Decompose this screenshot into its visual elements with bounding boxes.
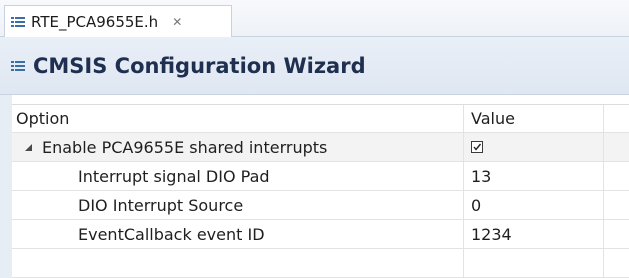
column-header-filler (604, 105, 629, 132)
table-row-empty (12, 249, 629, 278)
column-header-value[interactable]: Value (464, 105, 604, 132)
table-row[interactable]: DIO Interrupt Source 0 (12, 191, 629, 220)
option-label: Interrupt signal DIO Pad (12, 162, 464, 190)
list-icon (11, 15, 25, 29)
wizard-header: CMSIS Configuration Wizard (0, 37, 629, 95)
value-field[interactable]: 0 (464, 191, 604, 219)
editor-tab-bar: RTE_PCA9655E.h ✕ (0, 0, 629, 38)
option-label: DIO Interrupt Source (12, 191, 464, 219)
value-field[interactable]: 13 (464, 162, 604, 190)
options-table: Option Value Enable PCA9655E shared inte… (12, 104, 629, 278)
option-cell: Enable PCA9655E shared interrupts (12, 133, 464, 161)
option-label: EventCallback event ID (12, 220, 464, 248)
tab-title: RTE_PCA9655E.h (31, 13, 159, 31)
list-icon (11, 59, 25, 73)
table-row[interactable]: Interrupt signal DIO Pad 13 (12, 162, 629, 191)
checkbox-checked-icon[interactable] (471, 141, 483, 153)
value-cell (464, 133, 604, 161)
table-header-row: Option Value (12, 105, 629, 133)
table-row[interactable]: EventCallback event ID 1234 (12, 220, 629, 249)
triangle-expanded-icon[interactable] (24, 143, 38, 152)
editor-tab-rte-pca9655e[interactable]: RTE_PCA9655E.h ✕ (4, 5, 232, 38)
editor-left-strip (0, 95, 12, 278)
option-label: Enable PCA9655E shared interrupts (42, 137, 328, 157)
close-icon[interactable]: ✕ (172, 15, 182, 29)
value-field[interactable]: 1234 (464, 220, 604, 248)
table-row[interactable]: Enable PCA9655E shared interrupts (12, 133, 629, 162)
column-header-option[interactable]: Option (12, 105, 464, 132)
page-title: CMSIS Configuration Wizard (33, 53, 366, 78)
